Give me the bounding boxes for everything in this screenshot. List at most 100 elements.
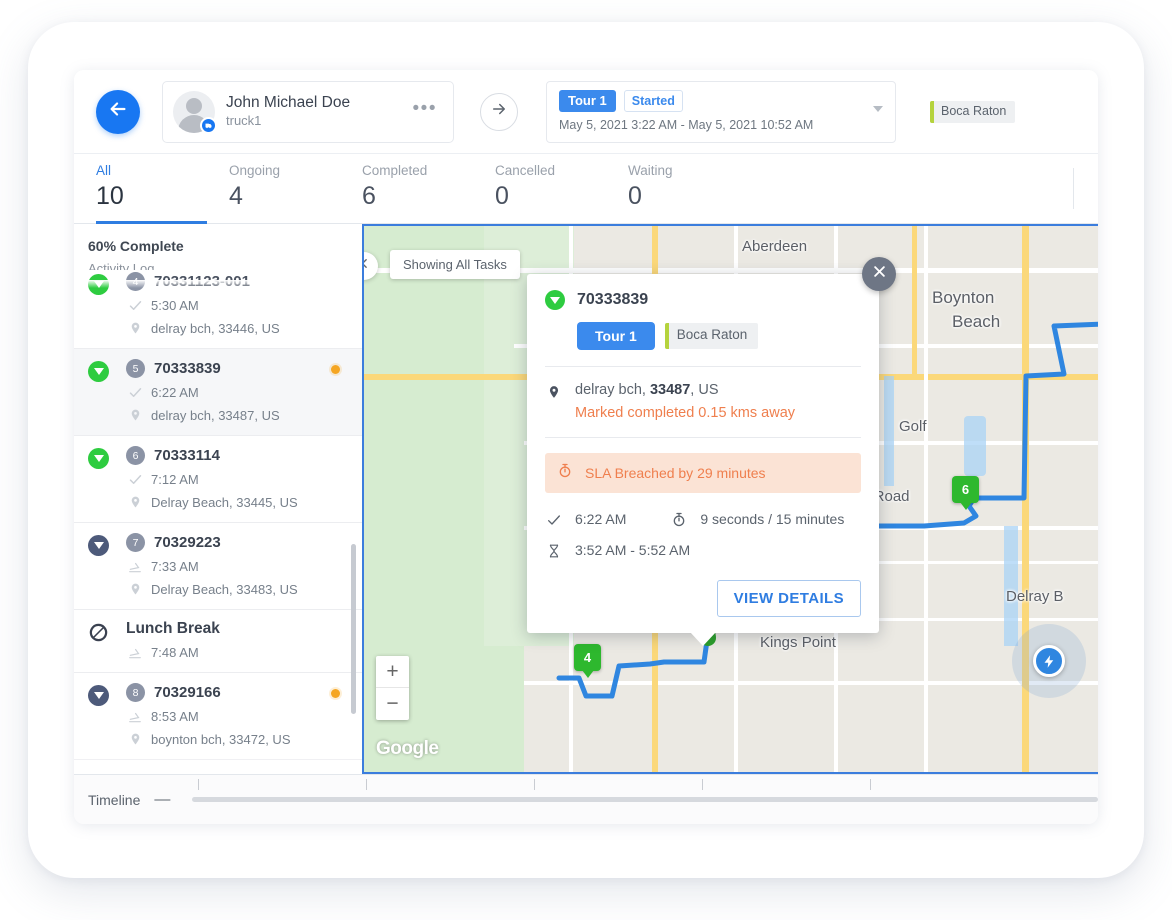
sla-breach-banner: SLA Breached by 29 minutes (545, 453, 861, 493)
task-address: delray bch, 33446, US (151, 321, 280, 336)
tab-count: 10 (96, 181, 229, 212)
hourglass-icon (545, 540, 563, 560)
list-item[interactable]: 7 70329223 7:33 AM (74, 523, 362, 610)
body-area: 60% Complete Activity Log 4 70331123-001 (74, 224, 1098, 774)
tab-completed[interactable]: Completed 6 (362, 154, 495, 223)
sla-flag-icon (331, 689, 340, 698)
list-item[interactable]: 5 70333839 6:22 AM (74, 349, 362, 436)
arrow-right-icon (490, 100, 508, 123)
task-time: 7:12 AM (151, 472, 199, 487)
status-marker-icon (88, 685, 109, 706)
list-item-break[interactable]: Lunch Break 7:48 AM (74, 610, 362, 673)
status-marker-icon (88, 535, 109, 556)
timeline-label: Timeline (88, 792, 140, 808)
check-icon (127, 385, 143, 400)
sla-breach-text: SLA Breached by 29 minutes (585, 465, 766, 481)
more-options-button[interactable]: ••• (409, 99, 441, 118)
task-time: 7:48 AM (151, 645, 199, 660)
task-time: 7:33 AM (151, 559, 199, 574)
region-chip: Boca Raton (930, 101, 1015, 123)
zoom-out-button[interactable]: − (376, 688, 409, 720)
list-item[interactable]: 6 70333114 7:12 AM (74, 436, 362, 523)
driver-card[interactable]: John Michael Doe truck1 ••• (162, 81, 454, 143)
sidebar-scrollbar[interactable] (351, 544, 356, 714)
status-marker-icon (88, 274, 109, 295)
tabs-divider (1073, 168, 1074, 209)
location-pin-icon (127, 494, 143, 510)
sequence-badge: 7 (126, 533, 145, 552)
task-id: 70331123-001 (154, 273, 250, 290)
charging-station-icon[interactable] (1033, 645, 1065, 677)
tour-date-range: May 5, 2021 3:22 AM - May 5, 2021 10:52 … (559, 118, 883, 132)
task-time: 6:22 AM (151, 385, 199, 400)
sequence-badge: 6 (126, 446, 145, 465)
task-address: delray bch, 33487, US (151, 408, 280, 423)
arrival-icon (127, 710, 143, 724)
sequence-badge: 5 (126, 359, 145, 378)
task-address: boynton bch, 33472, US (151, 732, 291, 747)
tab-label: All (96, 162, 229, 181)
arrival-icon (127, 560, 143, 574)
status-marker-icon (545, 290, 565, 310)
tour-status-badge: Started (624, 90, 683, 112)
map-label: Delray B (1006, 588, 1064, 605)
break-icon (88, 622, 109, 643)
tour-selector[interactable]: Tour 1 Started May 5, 2021 3:22 AM - May… (546, 81, 896, 143)
popup-time-window: 3:52 AM - 5:52 AM (575, 542, 690, 558)
task-id: Lunch Break (126, 620, 220, 638)
stopwatch-icon (670, 509, 688, 528)
location-pin-icon (127, 407, 143, 423)
popup-completed-time: 6:22 AM (575, 511, 626, 527)
status-marker-icon (88, 361, 109, 382)
location-pin-icon (545, 381, 563, 401)
back-button[interactable] (96, 90, 140, 134)
task-time: 8:53 AM (151, 709, 199, 724)
tab-count: 6 (362, 181, 495, 212)
map-marker-4[interactable]: 4 (574, 644, 601, 678)
timeline-collapse-button[interactable]: — (154, 791, 170, 809)
location-pin-icon (127, 731, 143, 747)
stopwatch-icon (557, 462, 573, 484)
tab-all[interactable]: All 10 (96, 154, 229, 223)
sla-flag-icon (331, 365, 340, 374)
map-label: Aberdeen (742, 238, 807, 255)
map-panel[interactable]: Aberdeen Boynton Beach Golf s Road Kings… (362, 224, 1098, 774)
map-label: Boynton (932, 288, 994, 308)
tab-waiting[interactable]: Waiting 0 (628, 154, 761, 223)
sequence-badge: 4 (126, 272, 145, 291)
map-label: Golf (899, 418, 927, 435)
google-attribution: Google (376, 738, 438, 760)
popup-duration: 9 seconds / 15 minutes (700, 511, 844, 527)
check-icon (127, 472, 143, 487)
tab-label: Ongoing (229, 162, 362, 181)
task-id: 70329223 (154, 534, 221, 551)
list-item[interactable]: 4 70331123-001 5:30 AM (74, 270, 362, 349)
arrow-left-icon (107, 98, 129, 125)
activity-log-list: 4 70331123-001 5:30 AM (74, 270, 362, 760)
tour-badge: Tour 1 (559, 90, 616, 112)
chevron-left-icon (362, 257, 371, 275)
list-item[interactable]: 8 70329166 8:53 AM (74, 673, 362, 760)
close-popup-button[interactable] (862, 257, 896, 291)
driver-name: John Michael Doe (226, 93, 409, 112)
tab-count: 4 (229, 181, 362, 212)
map-marker-6[interactable]: 6 (952, 476, 979, 510)
task-time: 5:30 AM (151, 298, 199, 313)
task-address: Delray Beach, 33483, US (151, 582, 298, 597)
timeline-track[interactable] (192, 797, 1098, 802)
chevron-down-icon[interactable] (873, 106, 883, 112)
timeline-ticks (198, 779, 1098, 791)
arrival-icon (127, 646, 143, 660)
view-details-button[interactable]: VIEW DETAILS (717, 580, 861, 617)
forward-button[interactable] (480, 93, 518, 131)
tab-cancelled[interactable]: Cancelled 0 (495, 154, 628, 223)
location-pin-icon (127, 320, 143, 336)
vehicle-badge-icon (200, 117, 217, 134)
map-zoom-controls: + − (376, 656, 409, 720)
timeline-bar: Timeline — (74, 774, 1098, 824)
zoom-in-button[interactable]: + (376, 656, 409, 688)
tab-ongoing[interactable]: Ongoing 4 (229, 154, 362, 223)
showing-tasks-filter[interactable]: Showing All Tasks (390, 250, 520, 279)
task-id: 70329166 (154, 684, 221, 701)
status-tabs: All 10 Ongoing 4 Completed 6 Cancelled 0… (74, 154, 1098, 224)
